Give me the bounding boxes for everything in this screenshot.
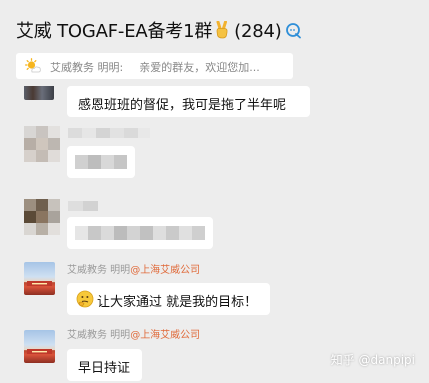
avatar-logo-icon bbox=[27, 281, 52, 286]
sender-org-tag: @上海艾威公司 bbox=[130, 265, 201, 276]
sender-name: 艾威教务 明明@上海艾威公司 bbox=[67, 330, 201, 341]
thinking-face-emoji-icon bbox=[76, 290, 94, 308]
announcement-body: 亲爱的群友，欢迎您加... bbox=[139, 61, 260, 74]
message-bubble[interactable]: 早日持证 bbox=[67, 349, 142, 381]
member-count: (284) bbox=[234, 21, 282, 42]
victory-hand-icon bbox=[216, 21, 228, 39]
chat-title[interactable]: 艾威 TOGAF-EA备考1群 (284) bbox=[16, 17, 303, 43]
message-bubble[interactable]: 让大家通过 就是我的目标！ bbox=[67, 283, 270, 315]
avatar[interactable] bbox=[24, 86, 54, 100]
blurred-message bbox=[75, 155, 127, 169]
avatar-logo-icon bbox=[27, 349, 52, 354]
avatar[interactable] bbox=[24, 262, 55, 295]
group-name: 艾威 TOGAF-EA备考1群 bbox=[16, 21, 213, 42]
announcement-sender: 艾威教务 明明: bbox=[50, 61, 124, 74]
message-bubble[interactable]: 感恩班班的督促，我可是拖了半年呢 bbox=[67, 86, 310, 117]
chat-header: 艾威 TOGAF-EA备考1群 (284) bbox=[0, 0, 429, 48]
group-chat-icon[interactable] bbox=[285, 22, 303, 40]
avatar[interactable] bbox=[24, 126, 60, 162]
sender-name bbox=[68, 201, 98, 211]
avatar[interactable] bbox=[24, 199, 60, 235]
group-announcement-bar[interactable]: 艾威教务 明明: 亲爱的群友，欢迎您加... bbox=[16, 53, 293, 79]
message-bubble[interactable] bbox=[67, 217, 213, 249]
avatar[interactable] bbox=[24, 330, 55, 363]
sender-name: 艾威教务 明明@上海艾威公司 bbox=[67, 265, 201, 276]
message-text: 早日持证 bbox=[78, 361, 131, 376]
message-text: 让大家通过 就是我的目标！ bbox=[97, 295, 258, 310]
watermark: 知乎 @danpipi bbox=[330, 353, 415, 367]
message-text: 感恩班班的督促，我可是拖了半年呢 bbox=[78, 98, 287, 113]
announcement-text: 艾威教务 明明: 亲爱的群友，欢迎您加... bbox=[50, 59, 260, 75]
sender-name bbox=[68, 128, 150, 138]
message-bubble[interactable] bbox=[67, 146, 135, 178]
sun-icon bbox=[25, 58, 41, 73]
sender-org-tag: @上海艾威公司 bbox=[130, 330, 201, 341]
blurred-message bbox=[75, 226, 205, 240]
